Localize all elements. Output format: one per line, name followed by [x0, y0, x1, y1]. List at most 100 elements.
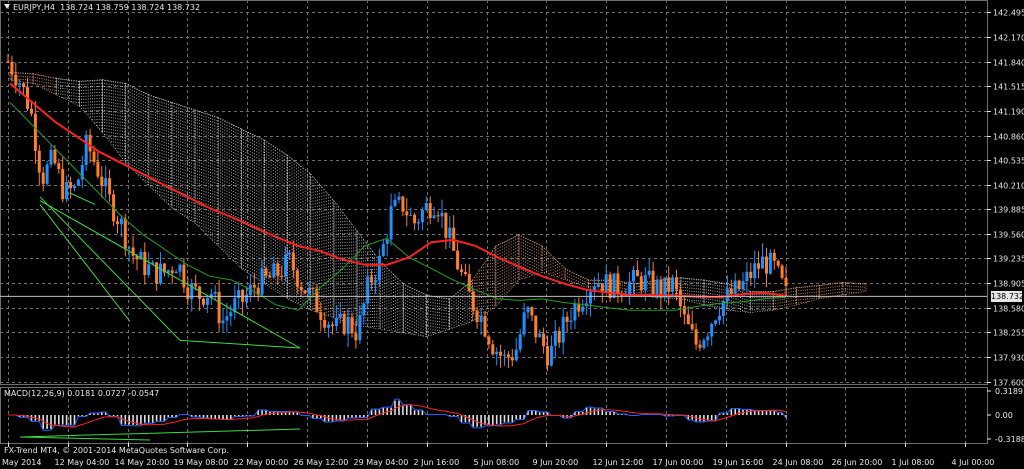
candle-body	[338, 313, 342, 318]
candle-body	[346, 317, 350, 334]
price-tick-label: 139.560	[993, 231, 1024, 240]
candle-body	[436, 215, 440, 217]
candle-body	[182, 264, 186, 288]
candle-body	[350, 317, 354, 334]
candle-body	[565, 316, 569, 322]
copyright-text: FX-Trend MT4, © 2001-2014 MetaQuotes Sof…	[4, 446, 230, 455]
candle-body	[440, 212, 444, 217]
candle-body	[284, 254, 288, 277]
time-tick-label: 29 May 04:00	[354, 458, 409, 467]
candle-body	[690, 324, 694, 330]
candle-body	[374, 280, 377, 283]
macd-divergence-line	[19, 436, 151, 441]
candle-body	[518, 334, 522, 350]
candle-body	[604, 274, 608, 293]
candle-body	[41, 172, 45, 184]
cloud-edge	[773, 287, 797, 311]
cloud-edge	[379, 260, 404, 334]
candle-body	[589, 291, 592, 304]
macd-tick-label: 0.3189	[995, 387, 1023, 396]
candle-body	[463, 271, 467, 274]
candle-body	[768, 252, 772, 274]
candle-body	[718, 315, 721, 321]
candle-body	[534, 315, 538, 338]
candle-body	[104, 178, 108, 187]
price-tick-label: 139.885	[993, 206, 1024, 215]
candle-body	[331, 324, 334, 326]
candle-body	[577, 303, 581, 312]
candle-body	[487, 336, 491, 345]
candle-body	[127, 247, 131, 249]
candle-body	[491, 344, 495, 355]
candle-body	[503, 354, 506, 356]
candle-body	[131, 247, 135, 256]
time-tick-label: 17 Jun 00:00	[653, 458, 704, 467]
time-tick-label: 9 Jun 20:00	[533, 458, 579, 467]
candle-body	[557, 330, 561, 343]
candle-body	[428, 203, 432, 218]
candle-body	[65, 182, 69, 200]
candle-body	[381, 244, 385, 256]
price-tick-label: 138.255	[993, 329, 1024, 338]
candle-body	[413, 214, 417, 224]
time-tick-label: May 2014	[2, 458, 41, 467]
candle-body	[295, 270, 299, 287]
candle-body	[635, 270, 639, 277]
candle-body	[61, 169, 65, 200]
candle-body	[596, 284, 600, 287]
candle-body	[159, 263, 162, 284]
candle-body	[366, 276, 370, 304]
time-tick-label: 2 Jun 16:00	[414, 458, 460, 467]
candle-body	[49, 149, 53, 165]
candle-body	[784, 278, 788, 286]
trading-chart[interactable]: 142.495 142.170 141.840 141.515 141.190 140.8…	[0, 0, 1024, 469]
candle-body	[92, 151, 96, 162]
candle-body	[409, 214, 413, 216]
symbol-header[interactable]: EURJPY,H4 138.724 138.759 138.724 138.73…	[4, 3, 200, 12]
candle-body	[174, 271, 178, 274]
macd-divergence-line	[19, 428, 301, 438]
candle-body	[628, 281, 632, 296]
cloud-edge	[241, 128, 265, 285]
candlestick-series	[6, 53, 788, 372]
candle-body	[30, 108, 33, 114]
time-tick-label: 14 May 20:00	[115, 458, 170, 467]
candle-body	[299, 287, 303, 291]
candle-body	[706, 336, 710, 341]
candle-body	[714, 320, 718, 324]
candle-body	[280, 275, 284, 277]
candle-body	[456, 250, 460, 270]
candle-body	[252, 284, 256, 288]
candle-body	[10, 61, 14, 75]
candle-body	[753, 263, 757, 279]
candle-body	[471, 291, 475, 311]
time-tick-label: 26 Jun 20:00	[832, 458, 883, 467]
candle-body	[22, 83, 26, 88]
dropdown-triangle-icon[interactable]	[4, 4, 10, 9]
price-tick-label: 140.535	[993, 157, 1024, 166]
ohlc-values: 138.724 138.759 138.724 138.732	[60, 3, 201, 12]
price-tick-label: 142.170	[993, 34, 1024, 43]
candle-body	[663, 277, 667, 298]
candle-body	[745, 271, 749, 282]
candle-body	[573, 303, 577, 321]
candle-body	[288, 252, 291, 255]
candle-body	[202, 298, 205, 305]
candle-body	[495, 351, 499, 355]
candle-body	[729, 288, 733, 294]
candle-body	[76, 179, 80, 186]
candle-body	[542, 333, 546, 347]
candle-body	[725, 288, 729, 302]
candle-body	[749, 271, 753, 278]
candle-body	[671, 277, 675, 292]
candle-body	[467, 273, 471, 292]
cloud-edge	[402, 283, 427, 338]
candle-body	[264, 268, 268, 276]
cloud-edge	[287, 154, 312, 311]
candle-body	[377, 256, 381, 281]
candle-body	[108, 178, 112, 195]
candle-body	[499, 351, 503, 356]
candle-body	[757, 263, 761, 269]
candle-body	[143, 252, 147, 275]
time-tick-label: 19 May 08:00	[174, 458, 229, 467]
